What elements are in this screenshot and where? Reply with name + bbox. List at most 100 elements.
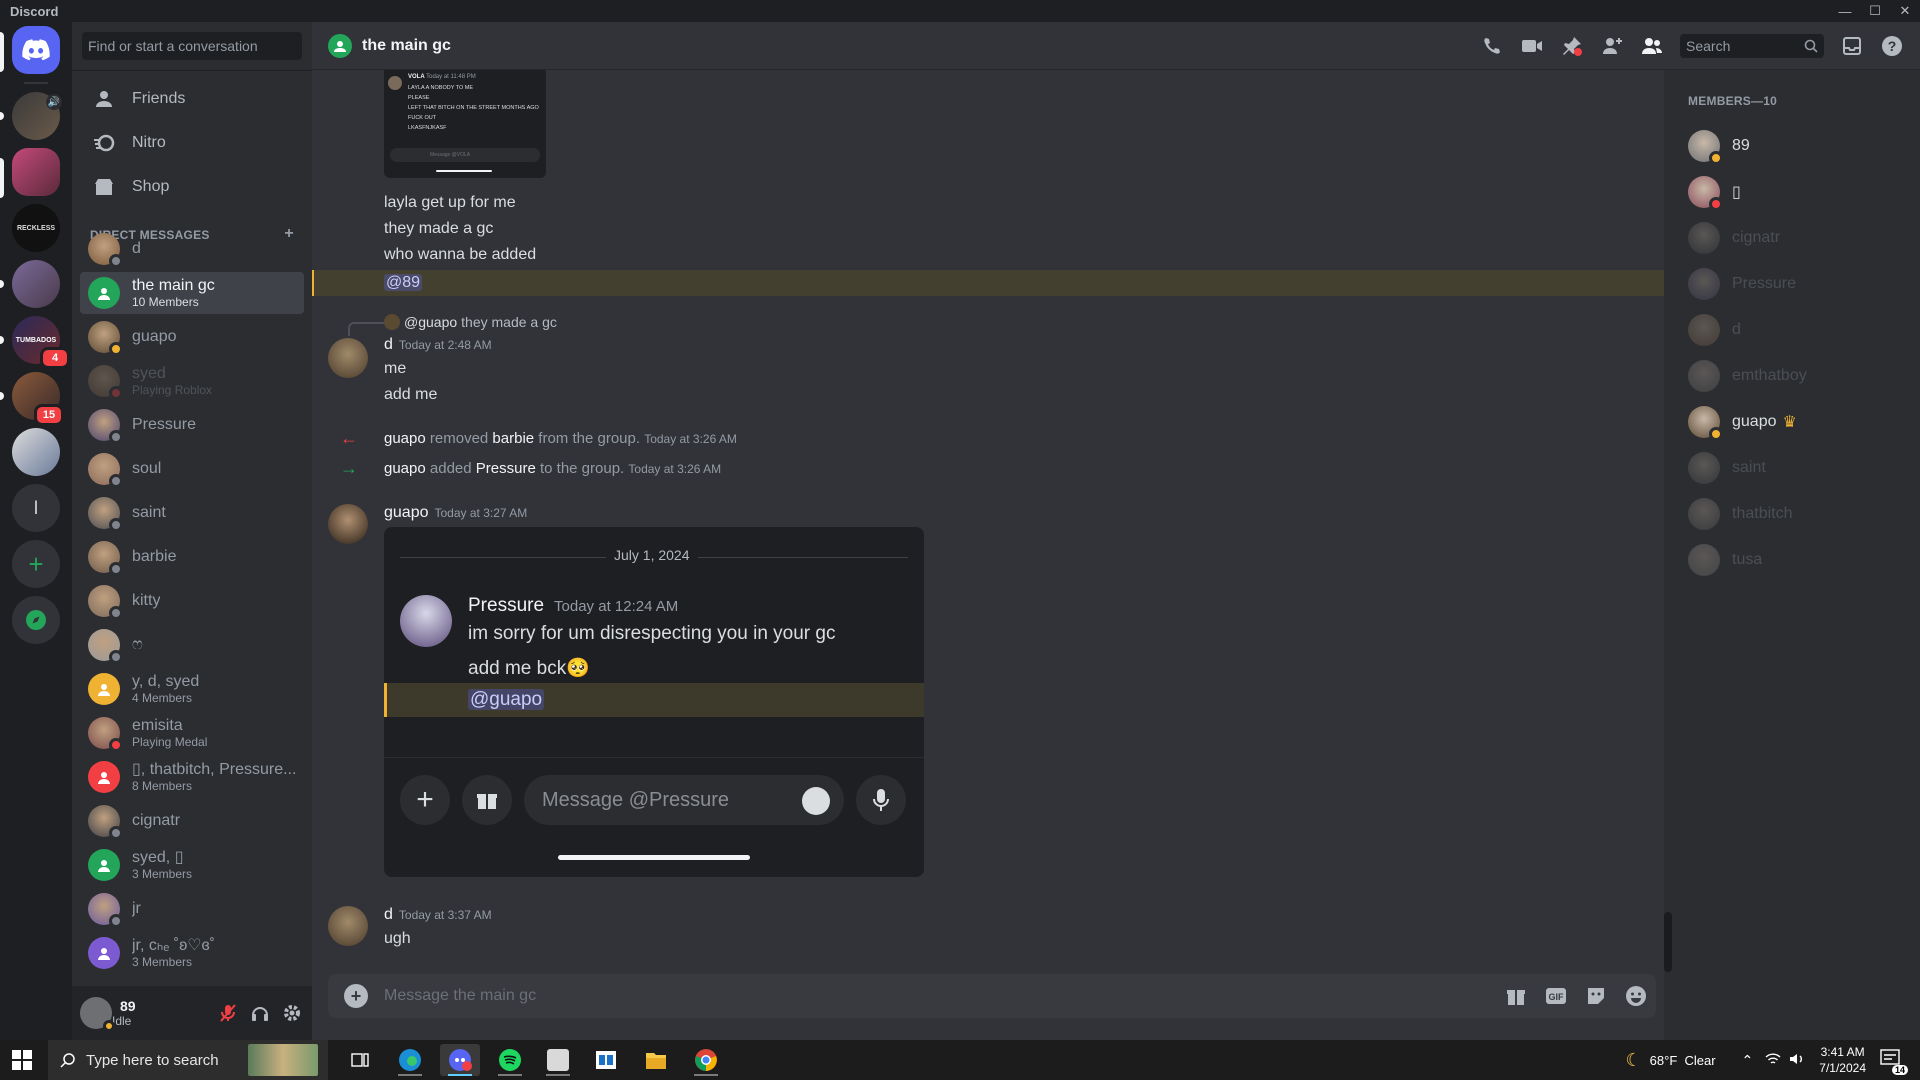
- message-author[interactable]: d: [384, 336, 393, 353]
- message-line: add me: [384, 386, 438, 403]
- server-icon-reckless[interactable]: RECKLESS: [12, 204, 60, 252]
- edge-browser-icon[interactable]: [390, 1044, 430, 1076]
- settings-gear-icon[interactable]: [278, 999, 306, 1027]
- avatar[interactable]: [80, 997, 115, 1032]
- dm-item[interactable]: the main gc 10 Members: [80, 272, 304, 314]
- nav-friends[interactable]: Friends: [80, 78, 304, 120]
- reply-preview[interactable]: @guapo they made a gc: [384, 314, 557, 330]
- server-icon[interactable]: [12, 428, 60, 476]
- member-item[interactable]: cignatr: [1680, 216, 1912, 260]
- nav-shop[interactable]: Shop: [80, 166, 304, 208]
- server-icon-dream[interactable]: [12, 148, 60, 196]
- dm-item[interactable]: jr: [80, 888, 304, 930]
- image-attachment[interactable]: July 1, 2024 Pressure Today at 12:24 AM i…: [384, 527, 924, 877]
- message-timestamp: Today at 2:48 AM: [398, 338, 492, 352]
- sys-actor[interactable]: guapo: [384, 430, 426, 447]
- avatar[interactable]: [328, 504, 368, 544]
- sys-actor[interactable]: guapo: [384, 460, 426, 477]
- sys-target[interactable]: Pressure: [476, 460, 536, 477]
- mute-icon[interactable]: [214, 999, 242, 1027]
- maximize-icon[interactable]: ☐: [1860, 0, 1890, 22]
- avatar[interactable]: [328, 906, 368, 946]
- dm-item[interactable]: y, d, syed 4 Members: [80, 668, 304, 710]
- add-friends-to-dm-icon[interactable]: [1600, 34, 1624, 58]
- chevron-up-icon[interactable]: ⌃: [1742, 1052, 1754, 1069]
- taskbar-search-input[interactable]: Type here to search: [48, 1040, 328, 1080]
- date-label: July 1, 2024: [606, 547, 698, 563]
- user-mention[interactable]: @89: [384, 274, 423, 291]
- dm-item[interactable]: cignatr: [80, 800, 304, 842]
- discover-icon[interactable]: [12, 596, 60, 644]
- dm-item[interactable]: kitty: [80, 580, 304, 622]
- message-author[interactable]: guapo: [384, 504, 429, 521]
- minimize-icon[interactable]: —: [1830, 0, 1860, 22]
- video-call-icon[interactable]: [1520, 34, 1544, 58]
- header-search-input[interactable]: Search: [1680, 34, 1824, 58]
- dm-item[interactable]: barbie: [80, 536, 304, 578]
- member-item[interactable]: guapo ♛: [1680, 400, 1912, 444]
- member-item[interactable]: saint: [1680, 446, 1912, 490]
- nav-nitro[interactable]: Nitro: [80, 122, 304, 164]
- member-list-icon[interactable]: [1640, 34, 1664, 58]
- headphones-icon[interactable]: [246, 999, 274, 1027]
- scrollbar[interactable]: [1664, 70, 1672, 1040]
- member-item[interactable]: Pressure: [1680, 262, 1912, 306]
- weather-text[interactable]: 68°F Clear: [1650, 1053, 1716, 1068]
- close-icon[interactable]: ✕: [1890, 0, 1920, 22]
- inbox-icon[interactable]: [1840, 34, 1864, 58]
- sys-time: Today at 3:26 AM: [628, 462, 722, 476]
- member-item[interactable]: 89: [1680, 124, 1912, 168]
- add-server-icon[interactable]: +: [12, 540, 60, 588]
- emoji-icon[interactable]: [1624, 984, 1648, 1008]
- windows-start-icon[interactable]: [12, 1050, 32, 1075]
- gift-icon[interactable]: [1504, 984, 1528, 1008]
- dm-item[interactable]: guapo: [80, 316, 304, 358]
- chrome-icon[interactable]: [686, 1044, 726, 1076]
- status-indicator-icon: [109, 738, 123, 752]
- member-item[interactable]: thatbitch: [1680, 492, 1912, 536]
- dm-item[interactable]: ▯, thatbitch, Pressure... 8 Members: [80, 756, 304, 798]
- embed-line: add me bck🥺: [468, 658, 590, 679]
- discord-taskbar-icon[interactable]: [440, 1044, 480, 1076]
- member-item[interactable]: emthatboy: [1680, 354, 1912, 398]
- image-attachment[interactable]: VOLA Today at 11:48 PM LAYLA A NOBODY TO…: [384, 70, 546, 178]
- dm-item[interactable]: ෆ: [80, 624, 304, 666]
- dm-item[interactable]: saint: [80, 492, 304, 534]
- voice-call-icon[interactable]: [1480, 34, 1504, 58]
- file-explorer-icon[interactable]: [636, 1044, 676, 1076]
- message-composer[interactable]: + Message the main gc GIF: [328, 974, 1656, 1018]
- server-icon-l[interactable]: l: [12, 484, 60, 532]
- home-button[interactable]: [12, 26, 60, 74]
- help-icon[interactable]: ?: [1880, 34, 1904, 58]
- dm-item[interactable]: soul: [80, 448, 304, 490]
- find-conversation-input[interactable]: Find or start a conversation: [82, 32, 302, 60]
- app-icon[interactable]: [538, 1044, 578, 1076]
- home-bar: [558, 855, 750, 860]
- dm-item[interactable]: Pressure: [80, 404, 304, 446]
- dm-item[interactable]: jr, ᴄₕₑ ˚ʚ♡ɞ˚ 3 Members: [80, 932, 304, 974]
- notifications-icon[interactable]: 14: [1880, 1049, 1908, 1075]
- volume-icon[interactable]: [1789, 1052, 1805, 1069]
- store-icon[interactable]: [586, 1044, 626, 1076]
- clock[interactable]: 3:41 AM 7/1/2024: [1819, 1044, 1866, 1076]
- avatar[interactable]: [328, 338, 368, 378]
- dm-item[interactable]: emisita Playing Medal: [80, 712, 304, 754]
- task-view-icon[interactable]: [340, 1044, 380, 1076]
- pinned-messages-icon[interactable]: [1560, 34, 1584, 58]
- scrollbar-thumb[interactable]: [1664, 912, 1672, 972]
- unread-pill: [0, 280, 4, 288]
- dm-item[interactable]: syed Playing Roblox: [80, 360, 304, 402]
- dm-item[interactable]: syed, ▯ 3 Members: [80, 844, 304, 886]
- member-item[interactable]: d: [1680, 308, 1912, 352]
- wifi-icon[interactable]: [1765, 1052, 1781, 1069]
- dm-item[interactable]: d: [80, 228, 304, 270]
- member-item[interactable]: tusa: [1680, 538, 1912, 582]
- member-item[interactable]: ▯: [1680, 170, 1912, 214]
- sys-target[interactable]: barbie: [492, 430, 534, 447]
- gif-icon[interactable]: GIF: [1544, 984, 1568, 1008]
- message-author[interactable]: d: [384, 906, 393, 923]
- attach-plus-icon[interactable]: +: [344, 984, 368, 1008]
- server-icon[interactable]: [12, 260, 60, 308]
- sticker-icon[interactable]: [1584, 984, 1608, 1008]
- spotify-icon[interactable]: [490, 1044, 530, 1076]
